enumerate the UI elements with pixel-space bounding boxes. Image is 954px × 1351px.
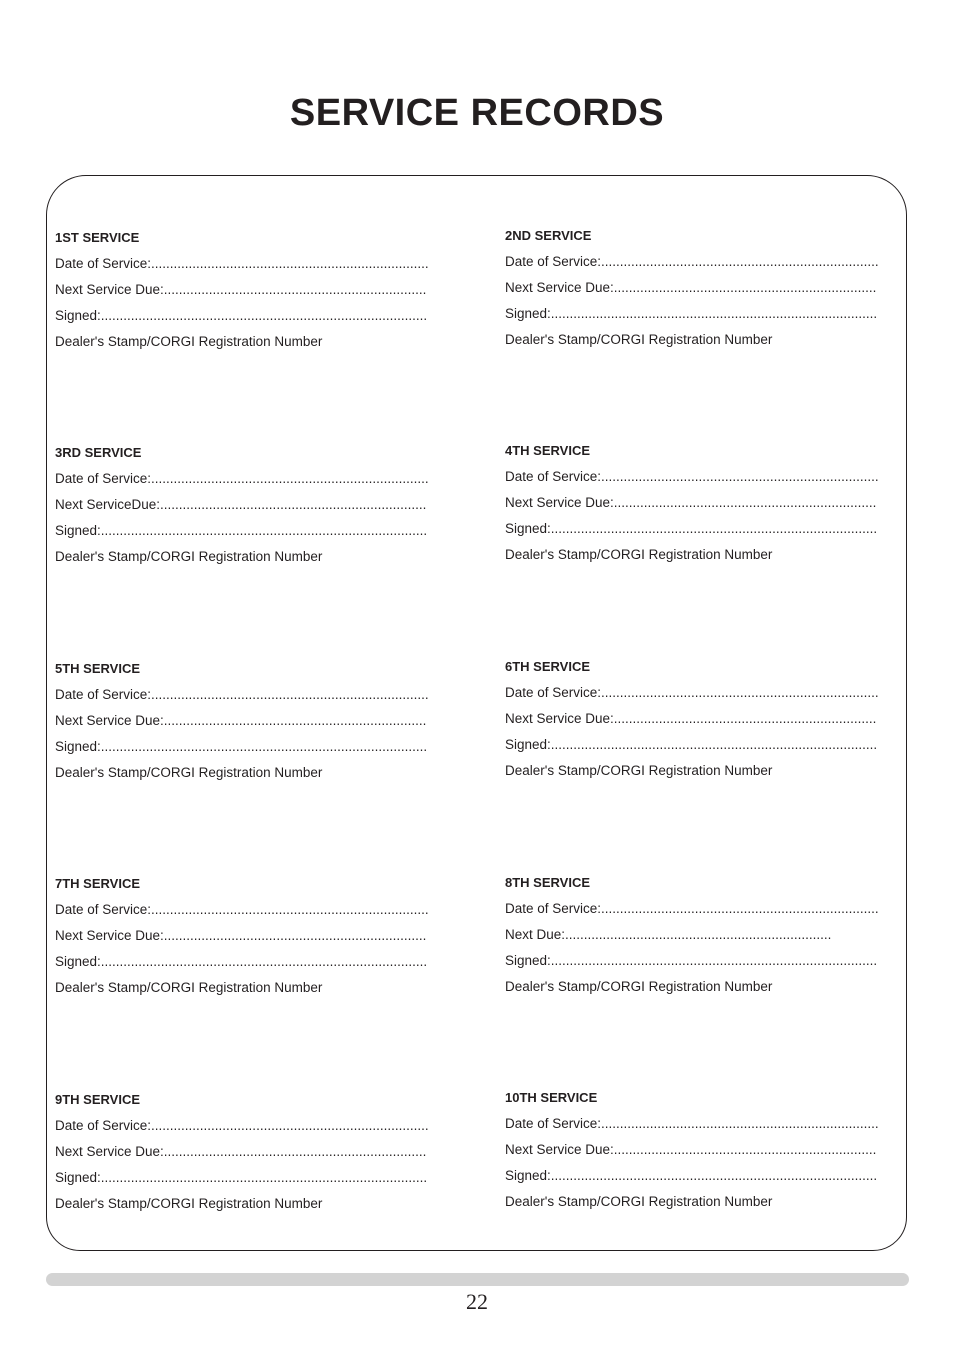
signed-field[interactable]: Signed:.................................… — [55, 308, 465, 324]
service-record-8: 8TH SERVICE Date of Service:............… — [505, 875, 915, 1005]
signed-field[interactable]: Signed:.................................… — [505, 737, 915, 753]
service-heading: 6TH SERVICE — [505, 659, 591, 674]
next-service-due-field[interactable]: Next Service Due:.......................… — [55, 1144, 465, 1160]
service-heading: 1ST SERVICE — [55, 230, 140, 245]
service-record-2: 2ND SERVICE Date of Service:............… — [505, 228, 915, 358]
signed-field[interactable]: Signed:.................................… — [505, 953, 915, 969]
next-service-due-field[interactable]: Next Service Due:.......................… — [55, 928, 465, 944]
service-heading: 4TH SERVICE — [505, 443, 591, 458]
service-record-4: 4TH SERVICE Date of Service:............… — [505, 443, 915, 573]
date-of-service-field[interactable]: Date of Service:........................… — [55, 256, 465, 272]
next-service-due-field[interactable]: Next Service Due:.......................… — [55, 713, 465, 729]
dealer-stamp-label: Dealer's Stamp/CORGI Registration Number — [55, 549, 323, 564]
signed-field[interactable]: Signed:.................................… — [505, 306, 915, 322]
service-heading: 2ND SERVICE — [505, 228, 592, 243]
page-number: 22 — [466, 1289, 488, 1314]
signed-field[interactable]: Signed:.................................… — [55, 523, 465, 539]
date-of-service-field[interactable]: Date of Service:........................… — [505, 1116, 915, 1132]
date-of-service-field[interactable]: Date of Service:........................… — [505, 685, 915, 701]
dealer-stamp-label: Dealer's Stamp/CORGI Registration Number — [55, 980, 323, 995]
service-heading: 8TH SERVICE — [505, 875, 591, 890]
date-of-service-field[interactable]: Date of Service:........................… — [505, 901, 915, 917]
date-of-service-field[interactable]: Date of Service:........................… — [55, 902, 465, 918]
signed-field[interactable]: Signed:.................................… — [505, 521, 915, 537]
service-record-10: 10TH SERVICE Date of Service:...........… — [505, 1090, 915, 1220]
date-of-service-field[interactable]: Date of Service:........................… — [55, 471, 465, 487]
dealer-stamp-label: Dealer's Stamp/CORGI Registration Number — [505, 763, 773, 778]
service-record-6: 6TH SERVICE Date of Service:............… — [505, 659, 915, 789]
dealer-stamp-label: Dealer's Stamp/CORGI Registration Number — [55, 1196, 323, 1211]
service-record-3: 3RD SERVICE Date of Service:............… — [55, 445, 465, 575]
next-due-field[interactable]: Next Due:...............................… — [505, 927, 915, 943]
dealer-stamp-label: Dealer's Stamp/CORGI Registration Number — [505, 1194, 773, 1209]
service-heading: 7TH SERVICE — [55, 876, 141, 891]
signed-field[interactable]: Signed:.................................… — [55, 954, 465, 970]
service-record-1: 1ST SERVICE Date of Service:............… — [55, 230, 465, 360]
next-service-due-field[interactable]: Next Service Due:.......................… — [505, 280, 915, 296]
dealer-stamp-label: Dealer's Stamp/CORGI Registration Number — [505, 979, 773, 994]
signed-field[interactable]: Signed:.................................… — [55, 739, 465, 755]
date-of-service-field[interactable]: Date of Service:........................… — [55, 1118, 465, 1134]
dealer-stamp-label: Dealer's Stamp/CORGI Registration Number — [505, 332, 773, 347]
service-record-9: 9TH SERVICE Date of Service:............… — [55, 1092, 465, 1222]
dealer-stamp-label: Dealer's Stamp/CORGI Registration Number — [55, 334, 323, 349]
page-title: SERVICE RECORDS — [289, 92, 665, 134]
next-service-due-field[interactable]: Next Service Due:.......................… — [505, 711, 915, 727]
date-of-service-field[interactable]: Date of Service:........................… — [505, 254, 915, 270]
next-service-due-field[interactable]: Next Service Due:.......................… — [55, 282, 465, 298]
service-heading: 5TH SERVICE — [55, 661, 141, 676]
date-of-service-field[interactable]: Date of Service:........................… — [55, 687, 465, 703]
dealer-stamp-label: Dealer's Stamp/CORGI Registration Number — [55, 765, 323, 780]
signed-field[interactable]: Signed:.................................… — [55, 1170, 465, 1186]
next-service-due-field[interactable]: Next Service Due:.......................… — [505, 495, 915, 511]
service-heading: 9TH SERVICE — [55, 1092, 141, 1107]
service-heading: 10TH SERVICE — [505, 1090, 598, 1105]
service-record-5: 5TH SERVICE Date of Service:............… — [55, 661, 465, 791]
dealer-stamp-label: Dealer's Stamp/CORGI Registration Number — [505, 547, 773, 562]
service-heading: 3RD SERVICE — [55, 445, 142, 460]
next-service-due-field[interactable]: Next Service Due:.......................… — [505, 1142, 915, 1158]
date-of-service-field[interactable]: Date of Service:........................… — [505, 469, 915, 485]
next-service-due-field[interactable]: Next ServiceDue:........................… — [55, 497, 465, 513]
signed-field[interactable]: Signed:.................................… — [505, 1168, 915, 1184]
footer-bar — [46, 1273, 909, 1286]
service-record-7: 7TH SERVICE Date of Service:............… — [55, 876, 465, 1006]
